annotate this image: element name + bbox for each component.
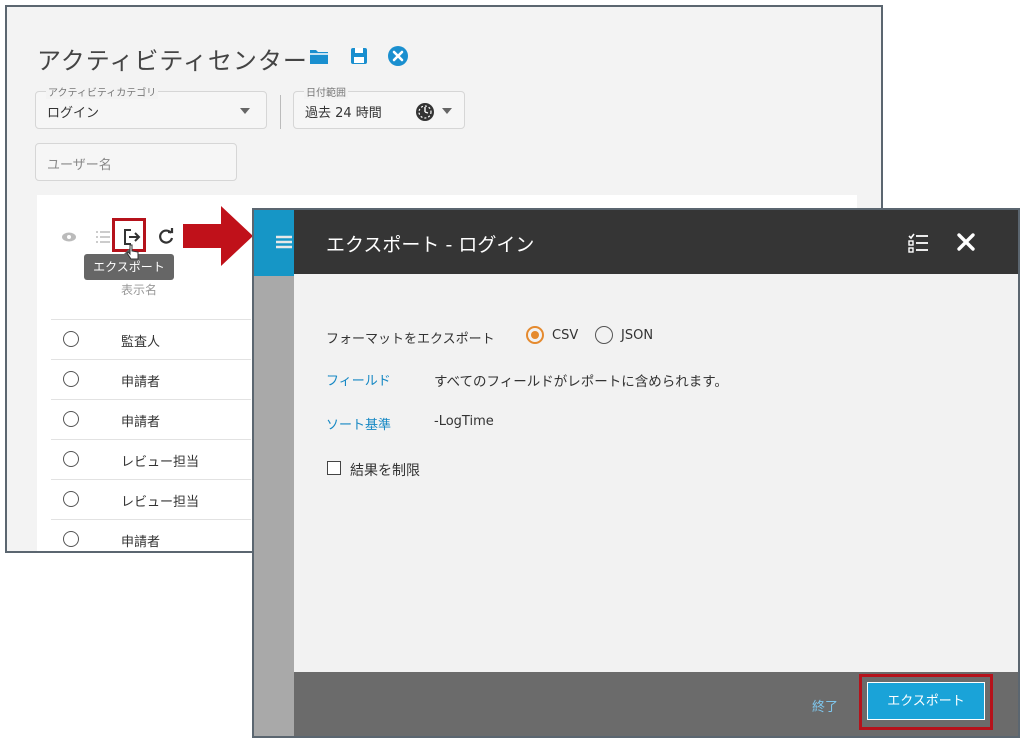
refresh-icon[interactable] — [157, 227, 175, 245]
column-header: 表示名 — [121, 283, 158, 297]
chevron-down-icon — [240, 108, 250, 114]
save-icon[interactable] — [348, 45, 370, 67]
arrow-right-icon — [183, 206, 253, 266]
sort-value: -LogTime — [434, 414, 494, 429]
row-radio[interactable] — [63, 331, 79, 347]
close-circle-icon[interactable] — [387, 45, 409, 67]
category-label: アクティビティカテゴリ — [46, 84, 159, 99]
row-label: 監査人 — [121, 335, 161, 350]
sort-link[interactable]: ソート基準 — [326, 414, 391, 433]
eye-icon[interactable] — [61, 231, 77, 243]
fields-link[interactable]: フィールド — [326, 370, 391, 389]
dialog-header: エクスポート - ログイン — [294, 210, 1018, 274]
radio-json-label: JSON — [621, 328, 654, 343]
checklist-icon[interactable] — [908, 232, 930, 254]
export-button[interactable]: エクスポート — [867, 682, 985, 720]
date-range-label: 日付範囲 — [304, 84, 348, 99]
table-row[interactable]: レビュー担当 — [51, 479, 251, 520]
dialog-title: エクスポート - ログイン — [326, 234, 535, 256]
fields-value: すべてのフィールドがレポートに含められます。 — [434, 374, 728, 390]
dialog-backdrop-strip — [254, 210, 294, 736]
page-title: アクティビティセンター — [37, 47, 308, 75]
row-label: レビュー担当 — [121, 495, 200, 510]
chevron-down-icon — [442, 108, 452, 114]
row-radio[interactable] — [63, 491, 79, 507]
radio-csv-label: CSV — [552, 328, 579, 343]
row-label: レビュー担当 — [121, 455, 200, 470]
menu-icon — [276, 235, 292, 249]
row-label: 申請者 — [121, 535, 161, 550]
date-range-select[interactable]: 日付範囲 過去 24 時間 — [293, 84, 465, 129]
dialog-footer: 終了 エクスポート — [294, 672, 1018, 736]
dialog-body: フォーマットをエクスポート CSV JSON フィールド すべてのフィールドがレ… — [294, 274, 1018, 672]
table-row[interactable]: レビュー担当 — [51, 439, 251, 480]
username-input[interactable]: ユーザー名 — [35, 143, 237, 181]
list-icon[interactable] — [95, 230, 111, 244]
radio-csv[interactable] — [526, 326, 544, 344]
radio-json[interactable] — [595, 326, 613, 344]
limit-checkbox[interactable] — [327, 461, 341, 475]
row-radio[interactable] — [63, 451, 79, 467]
table-row[interactable]: 申請者 — [51, 359, 251, 400]
cursor-hand-icon — [126, 244, 139, 260]
table-row[interactable]: 監査人 — [51, 319, 251, 360]
row-radio[interactable] — [63, 371, 79, 387]
close-button[interactable]: 終了 — [812, 696, 838, 715]
menu-strip — [254, 210, 294, 276]
format-label: フォーマットをエクスポート — [326, 332, 495, 347]
category-value: ログイン — [47, 106, 100, 121]
close-icon[interactable] — [956, 232, 976, 252]
limit-label: 結果を制限 — [350, 463, 420, 479]
table-row[interactable]: 申請者 — [51, 399, 251, 440]
row-label: 申請者 — [121, 375, 161, 390]
username-placeholder: ユーザー名 — [47, 158, 112, 173]
divider — [280, 95, 281, 129]
folder-icon[interactable] — [308, 45, 330, 67]
date-range-value: 過去 24 時間 — [305, 106, 382, 121]
clock-icon — [416, 103, 434, 121]
row-label: 申請者 — [121, 415, 161, 430]
table-row[interactable]: 申請者 — [51, 519, 251, 551]
row-radio[interactable] — [63, 411, 79, 427]
export-dialog: エクスポート - ログイン フォーマットをエクスポート CSV JSON フィー… — [252, 208, 1020, 738]
category-select[interactable]: アクティビティカテゴリ ログイン — [35, 84, 267, 129]
row-radio[interactable] — [63, 531, 79, 547]
